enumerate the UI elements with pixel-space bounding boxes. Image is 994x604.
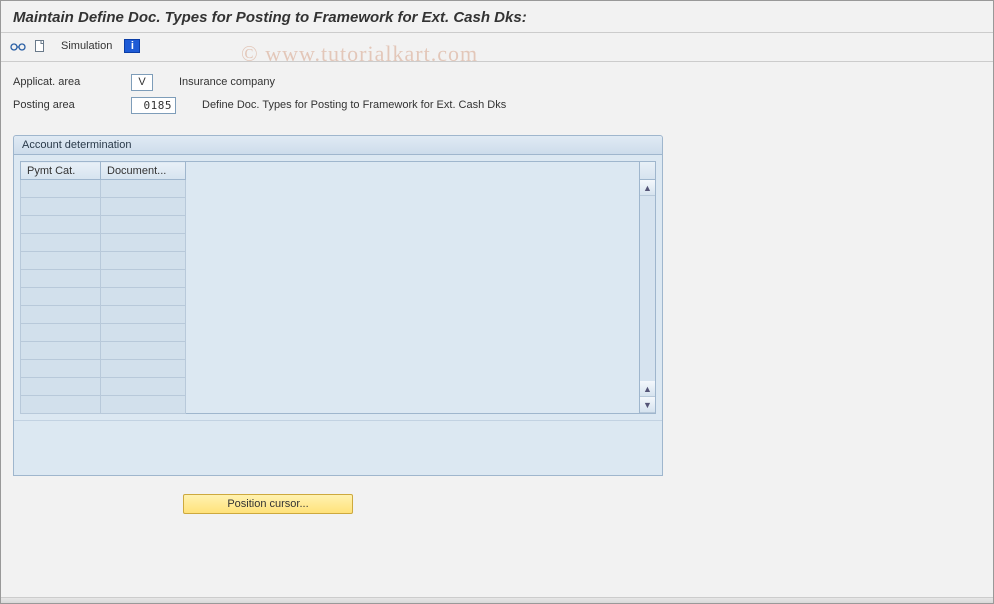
info-icon[interactable]: i bbox=[124, 39, 140, 53]
account-determination-panel: Account determination Pymt Cat. Document… bbox=[13, 135, 663, 476]
position-cursor-button[interactable]: Position cursor... bbox=[183, 494, 353, 514]
table-row[interactable] bbox=[21, 288, 186, 306]
cell-pymt-cat[interactable] bbox=[21, 270, 101, 288]
table-row[interactable] bbox=[21, 324, 186, 342]
cell-pymt-cat[interactable] bbox=[21, 252, 101, 270]
input-applicat-area[interactable] bbox=[131, 74, 153, 91]
table-row[interactable] bbox=[21, 378, 186, 396]
label-applicat-area: Applicat. area bbox=[13, 76, 123, 88]
col-header-document[interactable]: Document... bbox=[101, 162, 186, 180]
cell-pymt-cat[interactable] bbox=[21, 378, 101, 396]
table-wrap: Pymt Cat. Document... ▲ ▲ ▼ bbox=[14, 155, 662, 420]
cell-pymt-cat[interactable] bbox=[21, 198, 101, 216]
desc-posting-area: Define Doc. Types for Posting to Framewo… bbox=[202, 99, 506, 111]
row-applicat-area: Applicat. area Insurance company bbox=[13, 72, 981, 92]
table-row[interactable] bbox=[21, 306, 186, 324]
scroll-corner bbox=[640, 162, 655, 180]
label-posting-area: Posting area bbox=[13, 99, 123, 111]
vertical-scrollbar[interactable]: ▲ ▲ ▼ bbox=[639, 161, 656, 414]
cell-pymt-cat[interactable] bbox=[21, 342, 101, 360]
table-row[interactable] bbox=[21, 216, 186, 234]
cell-document[interactable] bbox=[101, 234, 186, 252]
panel-header: Account determination bbox=[14, 136, 662, 155]
cell-document[interactable] bbox=[101, 216, 186, 234]
glasses-icon[interactable] bbox=[9, 37, 27, 55]
cell-pymt-cat[interactable] bbox=[21, 234, 101, 252]
scroll-down-icon[interactable]: ▼ bbox=[640, 397, 655, 413]
cell-document[interactable] bbox=[101, 198, 186, 216]
scroll-up-icon[interactable]: ▲ bbox=[640, 180, 655, 196]
input-posting-area[interactable] bbox=[131, 97, 176, 114]
desc-applicat-area: Insurance company bbox=[179, 76, 275, 88]
cell-pymt-cat[interactable] bbox=[21, 360, 101, 378]
table-row[interactable] bbox=[21, 270, 186, 288]
cell-document[interactable] bbox=[101, 342, 186, 360]
cell-document[interactable] bbox=[101, 306, 186, 324]
cell-pymt-cat[interactable] bbox=[21, 306, 101, 324]
cell-pymt-cat[interactable] bbox=[21, 216, 101, 234]
grid-empty-area bbox=[186, 161, 639, 414]
cell-document[interactable] bbox=[101, 288, 186, 306]
cell-document[interactable] bbox=[101, 378, 186, 396]
scroll-track[interactable] bbox=[640, 196, 655, 381]
cell-document[interactable] bbox=[101, 252, 186, 270]
page-title: Maintain Define Doc. Types for Posting t… bbox=[13, 9, 527, 26]
cell-document[interactable] bbox=[101, 270, 186, 288]
col-header-pymt-cat[interactable]: Pymt Cat. bbox=[21, 162, 101, 180]
table-row[interactable] bbox=[21, 234, 186, 252]
cell-document[interactable] bbox=[101, 180, 186, 198]
cell-document[interactable] bbox=[101, 360, 186, 378]
cell-pymt-cat[interactable] bbox=[21, 288, 101, 306]
account-grid[interactable]: Pymt Cat. Document... bbox=[20, 161, 186, 414]
window-footer-edge bbox=[1, 597, 993, 603]
table-row[interactable] bbox=[21, 342, 186, 360]
cell-document[interactable] bbox=[101, 396, 186, 414]
table-row[interactable] bbox=[21, 198, 186, 216]
simulation-button[interactable]: Simulation bbox=[53, 38, 120, 54]
scroll-down-small-icon[interactable]: ▲ bbox=[640, 381, 655, 397]
cell-pymt-cat[interactable] bbox=[21, 324, 101, 342]
row-posting-area: Posting area Define Doc. Types for Posti… bbox=[13, 95, 981, 115]
table-row[interactable] bbox=[21, 180, 186, 198]
table-row[interactable] bbox=[21, 252, 186, 270]
table-row[interactable] bbox=[21, 396, 186, 414]
cell-pymt-cat[interactable] bbox=[21, 396, 101, 414]
panel-bottom-pad bbox=[14, 420, 662, 475]
new-page-icon[interactable] bbox=[31, 37, 49, 55]
content-area: Applicat. area Insurance company Posting… bbox=[1, 62, 993, 514]
cell-document[interactable] bbox=[101, 324, 186, 342]
title-bar: Maintain Define Doc. Types for Posting t… bbox=[1, 1, 993, 33]
cell-pymt-cat[interactable] bbox=[21, 180, 101, 198]
table-row[interactable] bbox=[21, 360, 186, 378]
app-toolbar: Simulation i bbox=[1, 33, 993, 62]
